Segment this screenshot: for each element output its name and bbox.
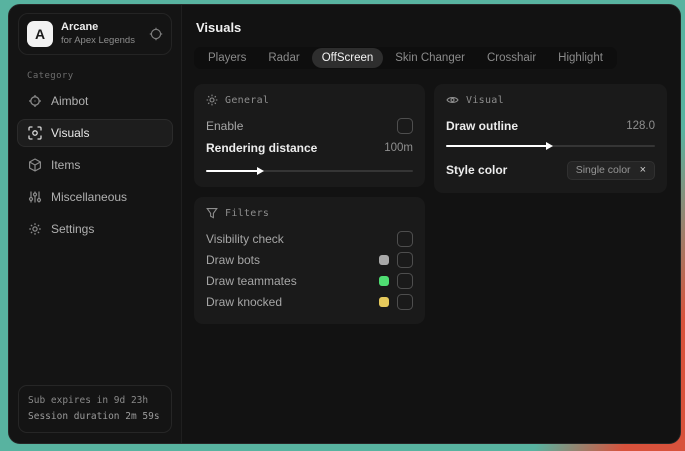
sun-icon [206,94,218,106]
sidebar-item-settings[interactable]: Settings [17,215,173,243]
draw-bots-checkbox[interactable] [397,251,413,268]
draw-knocked-row: Draw knocked [206,291,413,312]
enable-row: Enable [206,115,413,137]
sidebar-item-label: Aimbot [51,94,89,108]
app-name: Arcane [61,21,99,34]
category-label: Category [27,71,74,81]
draw-knocked-color-swatch[interactable] [379,296,389,307]
rendering-distance-label: Rendering distance [206,141,318,155]
panel-title: General [225,94,270,106]
app-subtitle: for Apex Legends [61,34,135,46]
draw-teammates-checkbox[interactable] [397,272,413,289]
tab-offscreen[interactable]: OffScreen [311,48,384,68]
main-area: Visuals Players Radar OffScreen Skin Cha… [182,5,680,443]
app-window: A Arcane for Apex Legends Category Aimbo… [8,4,681,444]
draw-bots-row: Draw bots [206,249,413,270]
brand-card: A Arcane for Apex Legends [18,13,172,55]
sidebar-item-miscellaneous[interactable]: Miscellaneous [17,183,173,211]
enable-checkbox[interactable] [397,118,413,134]
funnel-icon [206,207,218,219]
tab-crosshair[interactable]: Crosshair [477,48,546,68]
filters-panel: Filters Visibility check Draw bots Draw … [194,197,425,324]
visibility-check-checkbox[interactable] [397,230,413,247]
sidebar-item-label: Miscellaneous [51,190,128,204]
style-color-row: Style color Single color × [446,159,655,181]
app-logo: A [27,21,53,47]
tab-players[interactable]: Players [198,48,256,68]
sidebar-item-label: Settings [51,222,95,236]
sidebar: A Arcane for Apex Legends Category Aimbo… [9,5,182,443]
esp-eye-icon [28,126,42,140]
sidebar-item-aimbot[interactable]: Aimbot [17,87,173,115]
draw-knocked-checkbox[interactable] [397,293,413,310]
draw-teammates-color-swatch[interactable] [379,275,389,286]
target-icon[interactable] [149,27,163,41]
slider-handle[interactable] [206,166,264,175]
slider-handle[interactable] [446,141,552,150]
visibility-check-label: Visibility check [206,231,284,246]
rendering-distance-row: Rendering distance 100m [206,137,413,159]
cube-icon [28,158,42,172]
clear-icon[interactable]: × [640,164,646,176]
panel-title: Visual [466,94,504,106]
page-title: Visuals [196,20,242,35]
gear-icon [28,222,42,236]
sidebar-item-visuals[interactable]: Visuals [17,119,173,147]
general-panel: General Enable Rendering distance 100m [194,84,425,187]
crosshair-icon [28,94,42,108]
draw-outline-value: 128.0 [626,120,655,132]
style-color-value: Single color [575,164,631,176]
sidebar-nav: Aimbot Visuals Items Miscellaneous Setti… [9,87,181,243]
draw-bots-color-swatch[interactable] [379,254,389,265]
sliders-icon [28,190,42,204]
draw-teammates-label: Draw teammates [206,273,297,288]
draw-teammates-row: Draw teammates [206,270,413,291]
draw-outline-slider[interactable] [446,141,655,150]
session-duration-text: Session duration 2m 59s [28,410,160,422]
sub-expires-text: Sub expires in 9d 23h [28,394,149,406]
tab-highlight[interactable]: Highlight [548,48,613,68]
sidebar-item-label: Visuals [51,126,90,140]
tab-skin-changer[interactable]: Skin Changer [385,48,475,68]
draw-outline-label: Draw outline [446,119,519,133]
style-color-select[interactable]: Single color × [566,160,655,180]
subscription-info: Sub expires in 9d 23h Session duration 2… [18,384,172,433]
sidebar-item-label: Items [51,158,81,172]
rendering-distance-value: 100m [384,142,413,154]
rendering-distance-slider[interactable] [206,166,413,175]
style-color-label: Style color [446,163,508,177]
panel-title: Filters [225,207,270,219]
sidebar-item-items[interactable]: Items [17,151,173,179]
visual-panel: Visual Draw outline 128.0 Style color Si… [434,84,667,193]
eye-icon [446,94,459,106]
draw-bots-label: Draw bots [206,252,261,267]
draw-knocked-label: Draw knocked [206,294,283,309]
tab-content: General Enable Rendering distance 100m F… [194,84,667,324]
draw-outline-row: Draw outline 128.0 [446,115,655,137]
visuals-tab-bar: Players Radar OffScreen Skin Changer Cro… [194,47,617,69]
visibility-check-row: Visibility check [206,228,413,249]
enable-label: Enable [206,119,244,133]
tab-radar[interactable]: Radar [258,48,309,68]
